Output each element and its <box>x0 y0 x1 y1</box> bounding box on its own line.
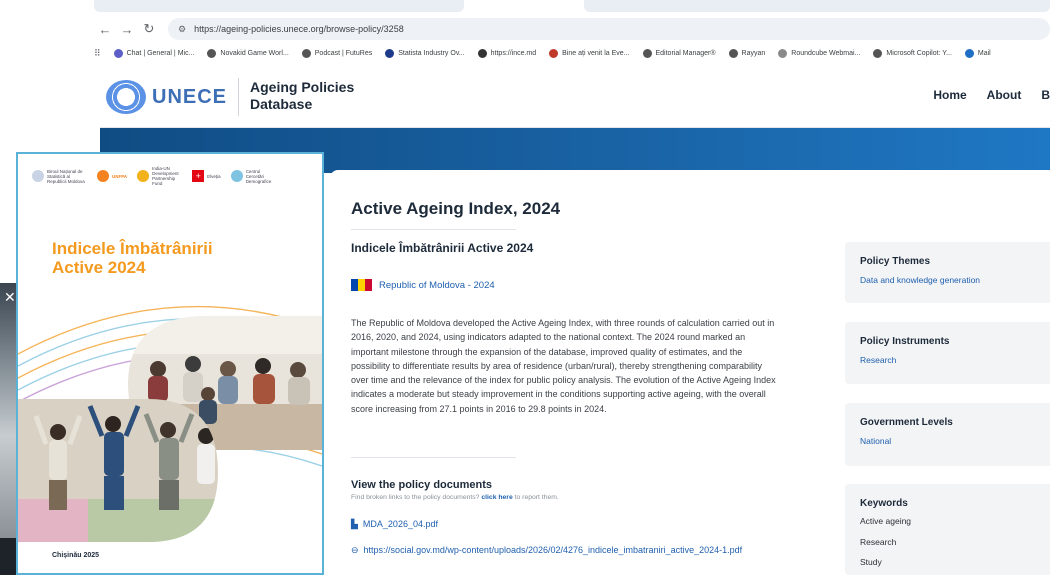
browser-tab[interactable] <box>584 0 1050 12</box>
policy-subtitle: Indicele Îmbătrânirii Active 2024 <box>351 241 534 255</box>
partner-logos: Biroul Național de Statistică al Republi… <box>32 166 272 186</box>
unfpa-icon <box>97 170 109 182</box>
reload-icon[interactable]: ↻ <box>138 21 160 37</box>
flag-stripe <box>351 279 358 291</box>
government-levels-card: Government Levels National <box>845 403 1050 466</box>
file-icon: ▙ <box>351 519 358 529</box>
main-nav: Home About B <box>933 88 1050 102</box>
card-title: Keywords <box>860 498 908 509</box>
broken-links-note: Find broken links to the policy document… <box>351 494 559 501</box>
cover-photo-bottom <box>18 399 218 542</box>
cover-artwork <box>18 305 322 542</box>
divider <box>351 229 516 230</box>
logo-text: UNECE <box>152 85 228 108</box>
india-un-logo: India-UN Development Partnership Fund <box>137 166 182 186</box>
keyword-item: Study <box>860 557 882 567</box>
bookmark-icon <box>778 48 788 58</box>
sun-icon <box>137 170 150 182</box>
cover-footer: Chișinău 2025 <box>52 552 100 559</box>
card-title: Policy Instruments <box>860 336 950 347</box>
theme-link[interactable]: Data and knowledge generation <box>860 275 1050 285</box>
address-row: ← → ↻ ⚙ https://ageing-policies.unece.or… <box>94 17 1050 41</box>
site-info-icon[interactable]: ⚙ <box>178 24 186 35</box>
link-icon: ⊖ <box>351 545 359 555</box>
apps-icon[interactable]: ⠿ <box>94 48 101 59</box>
bookmark-icon <box>873 48 883 58</box>
documents-heading: View the policy documents <box>351 479 492 491</box>
bookmark-item[interactable]: Mail <box>964 48 991 58</box>
policy-instruments-card: Policy Instruments Research <box>845 322 1050 384</box>
bookmark-item[interactable]: Editorial Manager® <box>642 48 716 58</box>
pdf-document-link[interactable]: ▙ MDA_2026_04.pdf <box>351 519 438 530</box>
pdf-label: MDA_2026_04.pdf <box>362 519 438 529</box>
bookmark-item[interactable]: Microsoft Copilot: Y... <box>873 48 952 58</box>
nav-home[interactable]: Home <box>933 88 966 102</box>
nav-more[interactable]: B <box>1041 88 1050 102</box>
bookmark-icon <box>207 48 217 58</box>
ccd-logo: Centrul Cercetări Demografice <box>230 169 272 184</box>
ccd-icon <box>230 170 243 182</box>
page-title: Active Ageing Index, 2024 <box>351 199 561 218</box>
level-link[interactable]: National <box>860 436 1050 446</box>
bookmark-item[interactable]: Statista Industry Ov... <box>385 48 465 58</box>
bookmark-icon <box>728 48 738 58</box>
bookmark-item[interactable]: Novakid Game Worl... <box>207 48 289 58</box>
site-header: UNECE Ageing Policies Database Home Abou… <box>100 66 1050 128</box>
bookmark-icon <box>964 48 974 58</box>
url-bar[interactable]: ⚙ https://ageing-policies.unece.org/brow… <box>168 18 1050 40</box>
url-document-link[interactable]: ⊖ https://social.gov.md/wp-content/uploa… <box>351 544 781 557</box>
bookmarks-bar: ⠿ Chat | General | Mic... Novakid Game W… <box>94 44 1050 62</box>
un-emblem-icon <box>106 80 146 114</box>
instrument-link[interactable]: Research <box>860 355 1050 365</box>
url-label: https://social.gov.md/wp-content/uploads… <box>363 545 743 555</box>
back-icon[interactable]: ← <box>94 22 116 37</box>
browser-tab[interactable] <box>94 0 464 12</box>
keyword-item: Active ageing <box>860 516 912 526</box>
policy-description: The Republic of Moldova developed the Ac… <box>351 318 776 414</box>
unfpa-logo: UNFPA <box>97 170 127 182</box>
card-title: Policy Themes <box>860 256 931 267</box>
switzerland-logo: + Elveția <box>192 170 221 182</box>
bookmark-icon <box>642 48 652 58</box>
report-link[interactable]: click here <box>481 494 512 501</box>
bookmark-item[interactable]: Chat | General | Mic... <box>113 48 194 58</box>
country-year-label[interactable]: Republic of Moldova - 2024 <box>379 280 495 291</box>
close-icon: ✕ <box>4 289 16 305</box>
report-cover-image: Biroul Național de Statistică al Republi… <box>16 152 324 575</box>
country-year: Republic of Moldova - 2024 <box>351 279 495 291</box>
unece-logo[interactable]: UNECE <box>106 80 227 114</box>
card-title: Government Levels <box>860 417 953 428</box>
keyword-item: Research <box>860 536 897 547</box>
bookmark-icon <box>301 48 311 58</box>
flag-stripe <box>365 279 372 291</box>
bookmark-item[interactable]: Rayyan <box>728 48 765 58</box>
bookmark-icon <box>549 48 559 58</box>
swiss-cross-icon: + <box>192 170 205 182</box>
bookmark-icon <box>477 48 487 58</box>
url-text: https://ageing-policies.unece.org/browse… <box>194 24 404 34</box>
bookmark-icon <box>385 48 395 58</box>
nav-about[interactable]: About <box>987 88 1022 102</box>
keywords-card: Keywords Active ageing Research Study <box>845 484 1050 575</box>
moldova-flag-icon <box>351 279 372 291</box>
database-title[interactable]: Ageing Policies Database <box>250 79 400 113</box>
policy-themes-card: Policy Themes Data and knowledge generat… <box>845 242 1050 303</box>
flag-stripe <box>358 279 365 291</box>
forward-icon[interactable]: → <box>116 22 138 37</box>
bookmark-icon <box>113 48 123 58</box>
bookmark-item[interactable]: https://ince.md <box>477 48 536 58</box>
nbs-logo: Biroul Național de Statistică al Republi… <box>32 169 87 184</box>
divider <box>351 457 516 458</box>
bookmark-item[interactable]: Roundcube Webmai... <box>778 48 860 58</box>
bookmark-item[interactable]: Podcast | FutuRes <box>301 48 372 58</box>
cover-title: Indicele Îmbătrânirii Active 2024 <box>52 239 213 277</box>
browser-chrome: ← → ↻ ⚙ https://ageing-policies.unece.or… <box>94 0 1050 66</box>
logo-divider <box>238 78 239 116</box>
bookmark-item[interactable]: Bine ați venit la Eve... <box>549 48 630 58</box>
emblem-icon <box>32 170 44 182</box>
